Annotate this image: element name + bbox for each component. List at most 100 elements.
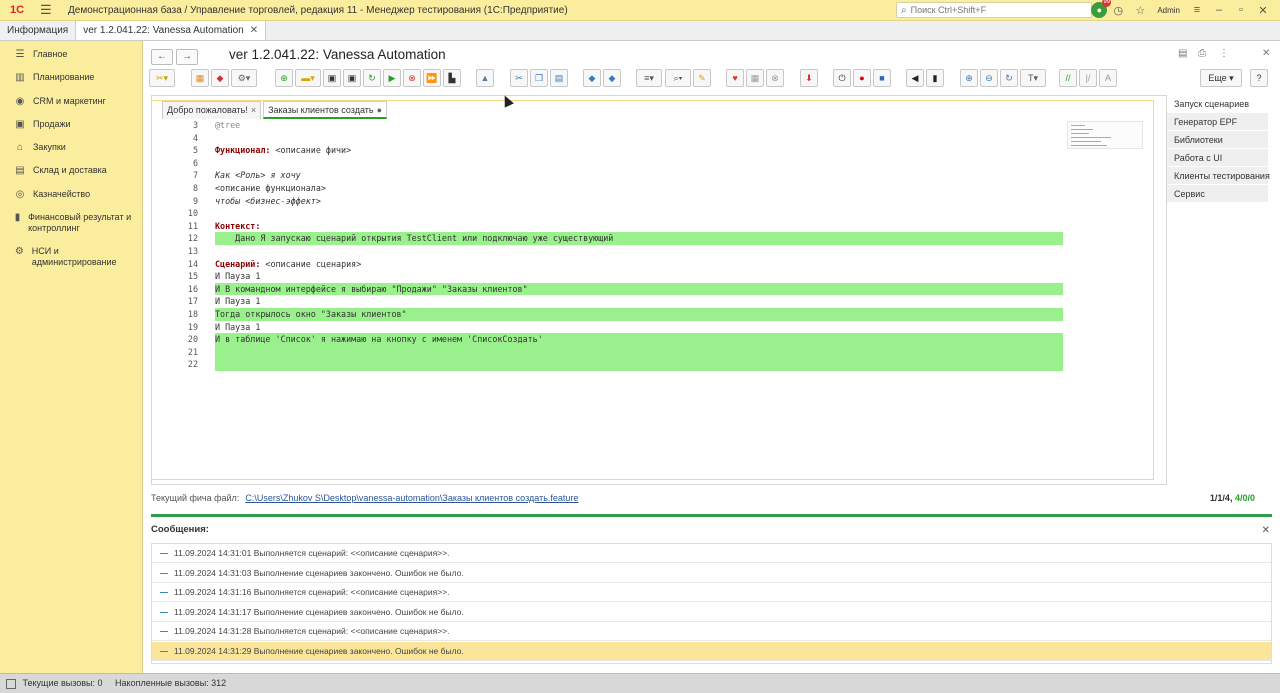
- line-text: И в таблице 'Список' я нажимаю на кнопку…: [215, 334, 543, 345]
- video-icon[interactable]: ▮: [926, 69, 944, 87]
- main-menu-icon[interactable]: ☰: [40, 2, 54, 18]
- add-icon[interactable]: ⊕: [275, 69, 293, 87]
- paste-icon[interactable]: ▤: [550, 69, 568, 87]
- panel-item-libraries[interactable]: Библиотеки: [1167, 131, 1268, 149]
- sidebar-item-crm[interactable]: ◉ CRM и маркетинг: [0, 96, 143, 107]
- message-row[interactable]: 11.09.2024 14:31:01 Выполняется сценарий…: [152, 544, 1271, 563]
- save-icon[interactable]: ▣: [323, 69, 341, 87]
- panel-item-epf-generator[interactable]: Генератор EPF: [1167, 113, 1268, 131]
- history-icon[interactable]: ◷: [1107, 4, 1129, 17]
- move-right-icon[interactable]: ◆: [603, 69, 621, 87]
- treasury-icon: ◎: [15, 189, 25, 200]
- record-icon[interactable]: ●: [853, 69, 871, 87]
- help-button[interactable]: ?: [1250, 69, 1268, 87]
- client-icon[interactable]: ▲: [476, 69, 494, 87]
- close-icon[interactable]: ×: [251, 105, 256, 115]
- sidebar-item-main[interactable]: ☰ Главное: [0, 49, 143, 60]
- translate-icon[interactable]: A: [1099, 69, 1117, 87]
- panel-item-service[interactable]: Сервис: [1167, 185, 1268, 203]
- doc-tab-welcome[interactable]: Добро пожаловать! ×: [162, 101, 262, 119]
- stop-record-icon[interactable]: ■: [873, 69, 891, 87]
- zoom-out-icon[interactable]: ⊖: [980, 69, 998, 87]
- panel-item-run-scenarios[interactable]: Запуск сценариев: [1167, 95, 1268, 113]
- gear-icon[interactable]: ⚙▾: [231, 69, 257, 87]
- red-diamond-icon[interactable]: ◆: [211, 69, 229, 87]
- message-text: 11.09.2024 14:31:28 Выполняется сценарий…: [174, 626, 450, 636]
- message-row-selected[interactable]: 11.09.2024 14:31:29 Выполнение сценариев…: [152, 641, 1271, 661]
- minimize-icon[interactable]: –: [1208, 4, 1230, 16]
- sidebar-item-purchases[interactable]: ⌂ Закупки: [0, 142, 143, 153]
- settings-menu-icon[interactable]: ≡: [1186, 4, 1208, 16]
- restore-icon[interactable]: ▫: [1230, 4, 1252, 16]
- code-editor[interactable]: 3 @tree 4 5 Функционал: <описание фичи> 6 …: [158, 119, 1144, 477]
- doc-tab-feature[interactable]: Заказы клиентов создать ●: [263, 101, 388, 119]
- save-layout-icon[interactable]: ▤: [1178, 48, 1187, 59]
- text-dropdown-icon[interactable]: T▾: [1020, 69, 1046, 87]
- message-row[interactable]: 11.09.2024 14:31:03 Выполнение сценариев…: [152, 564, 1271, 583]
- file-path-link[interactable]: C:\Users\Zhukov S\Desktop\vanessa-automa…: [245, 493, 578, 503]
- global-search[interactable]: ⌕: [896, 2, 1092, 18]
- print-icon[interactable]: ⎙: [1198, 48, 1206, 59]
- more-button[interactable]: Еще ▾: [1200, 69, 1242, 87]
- download-icon[interactable]: ⬇: [800, 69, 818, 87]
- panel-item-test-clients[interactable]: Клиенты тестирования: [1167, 167, 1270, 185]
- folder-icon[interactable]: ▬▾: [295, 69, 321, 87]
- line-text: <описание фичи>: [270, 145, 352, 156]
- more-actions-icon[interactable]: ⋮: [1219, 48, 1229, 59]
- run-icon[interactable]: ▶: [383, 69, 401, 87]
- cut-icon[interactable]: ✂: [510, 69, 528, 87]
- line-text: И В командном интерфейсе я выбираю "Прод…: [215, 283, 528, 294]
- minimap-line: [1071, 141, 1101, 142]
- tab-information[interactable]: Информация: [0, 21, 77, 40]
- sidebar-item-admin[interactable]: ⚙ НСИ и администрирование: [0, 246, 143, 268]
- find-dropdown-icon[interactable]: ⌕▾: [665, 69, 691, 87]
- close-messages-icon[interactable]: ✕: [1262, 525, 1270, 536]
- refresh-icon[interactable]: ↻: [363, 69, 381, 87]
- clear-icon[interactable]: ⊗: [766, 69, 784, 87]
- sidebar-item-warehouse[interactable]: ▤ Склад и доставка: [0, 165, 143, 176]
- stop-icon[interactable]: ⊗: [403, 69, 421, 87]
- line-number: 20: [187, 334, 198, 345]
- sync-icon[interactable]: ↻: [1000, 69, 1018, 87]
- line-text: Как <Роль> я хочу: [215, 170, 301, 181]
- sidebar-item-planning[interactable]: ▥ Планирование: [0, 72, 143, 83]
- indent-dropdown-icon[interactable]: ≡▾: [636, 69, 662, 87]
- open-file-icon[interactable]: ▦: [191, 69, 209, 87]
- sound-icon[interactable]: ◀: [906, 69, 924, 87]
- power-icon[interactable]: ⏻: [833, 69, 851, 87]
- move-left-icon[interactable]: ◆: [583, 69, 601, 87]
- line-number: 14: [187, 258, 198, 269]
- breakpoint-icon[interactable]: ♥: [726, 69, 744, 87]
- highlight-icon[interactable]: ✎: [693, 69, 711, 87]
- forward-button[interactable]: →: [176, 49, 198, 65]
- sidebar-item-treasury[interactable]: ◎ Казначейство: [0, 189, 143, 200]
- tab-vanessa-automation[interactable]: ver 1.2.041.22: Vanessa Automation ✕: [76, 21, 267, 40]
- panel-item-ui-work[interactable]: Работа с UI: [1167, 149, 1268, 167]
- search-input[interactable]: [910, 5, 1081, 15]
- step-icon[interactable]: ▙: [443, 69, 461, 87]
- sidebar-item-finance[interactable]: ▮ Финансовый результат и контроллинг: [0, 212, 143, 234]
- line-text: чтобы <бизнес-эффект>: [215, 195, 321, 206]
- table-icon[interactable]: ▦: [746, 69, 764, 87]
- sidebar-item-sales[interactable]: ▣ Продажи: [0, 119, 143, 130]
- sidebar-item-label: Закупки: [33, 142, 66, 152]
- favorites-icon[interactable]: ☆: [1129, 4, 1151, 17]
- save-as-icon[interactable]: ▣: [343, 69, 361, 87]
- close-tab-icon[interactable]: ✕: [250, 25, 258, 36]
- modified-dot-icon[interactable]: ●: [377, 105, 382, 115]
- close-icon[interactable]: ✕: [1252, 4, 1274, 17]
- run-all-icon[interactable]: ⏩: [423, 69, 441, 87]
- comment-icon[interactable]: //: [1059, 69, 1077, 87]
- message-row[interactable]: 11.09.2024 14:31:17 Выполнение сценариев…: [152, 603, 1271, 622]
- message-row[interactable]: 11.09.2024 14:31:16 Выполняется сценарий…: [152, 583, 1271, 602]
- code-minimap[interactable]: [1067, 121, 1143, 149]
- close-form-icon[interactable]: ✕: [1262, 48, 1270, 59]
- current-user[interactable]: Admin: [1157, 6, 1180, 15]
- back-button[interactable]: ←: [151, 49, 173, 65]
- copy-icon[interactable]: ❐: [530, 69, 548, 87]
- zoom-in-icon[interactable]: ⊕: [960, 69, 978, 87]
- message-row[interactable]: 11.09.2024 14:31:28 Выполняется сценарий…: [152, 622, 1271, 641]
- tools-dropdown-icon[interactable]: ✂▾: [149, 69, 175, 87]
- uncomment-icon[interactable]: |/: [1079, 69, 1097, 87]
- notifications-icon[interactable]: ● 99: [1091, 0, 1112, 18]
